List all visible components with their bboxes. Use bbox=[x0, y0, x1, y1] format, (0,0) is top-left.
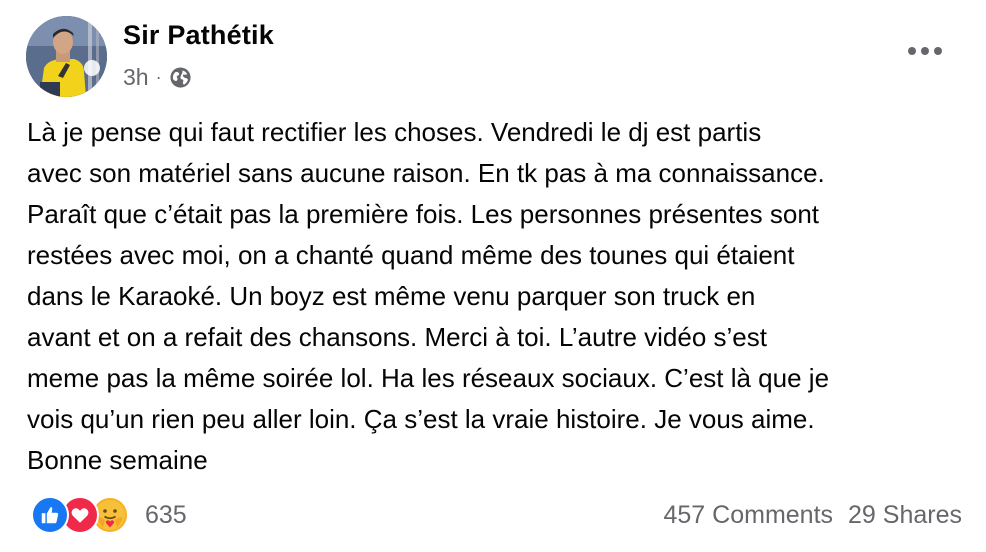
avatar[interactable] bbox=[26, 16, 107, 97]
avatar-photo bbox=[26, 16, 107, 97]
engagement-stats: 457 Comments 29 Shares bbox=[664, 495, 963, 535]
globe-icon[interactable] bbox=[169, 66, 192, 89]
like-icon bbox=[31, 496, 69, 534]
post-text: Là je pense qui faut rectifier les chose… bbox=[27, 117, 830, 475]
shares-count-link[interactable]: 29 Shares bbox=[848, 501, 962, 530]
meta-separator: · bbox=[155, 66, 162, 87]
more-horizontal-icon bbox=[908, 47, 942, 55]
reactions-summary[interactable]: 635 bbox=[31, 495, 187, 535]
facebook-post: Sir Pathétik 3h · Là je pense qui faut r… bbox=[0, 0, 986, 552]
post-meta: 3h · bbox=[123, 62, 192, 92]
more-options-button[interactable] bbox=[905, 36, 945, 66]
comments-count-link[interactable]: 457 Comments bbox=[664, 501, 834, 530]
reaction-icons bbox=[31, 496, 129, 534]
author-name[interactable]: Sir Pathétik bbox=[123, 20, 274, 51]
reaction-count: 635 bbox=[145, 500, 187, 529]
post-timestamp[interactable]: 3h bbox=[123, 64, 149, 91]
